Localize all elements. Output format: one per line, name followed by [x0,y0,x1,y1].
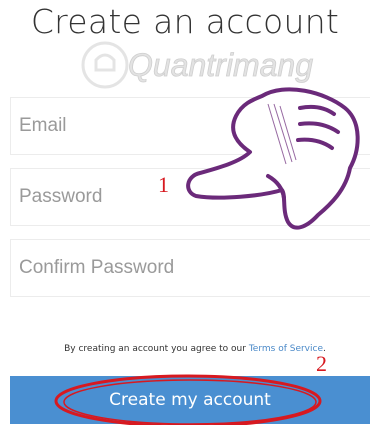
email-field[interactable] [10,97,370,155]
confirm-password-field[interactable] [10,239,370,297]
password-field[interactable] [10,168,370,226]
email-input[interactable] [11,98,370,154]
password-input[interactable] [11,169,370,225]
confirm-password-input[interactable] [11,240,370,296]
watermark-logo-icon [81,41,129,89]
annotation-marker-2: 2 [316,351,327,376]
watermark-text: Quantrimang [128,47,313,83]
terms-text: By creating an account you agree to our [64,344,246,354]
create-account-button[interactable]: Create my account [10,376,370,424]
page-title: Create an account [30,2,340,41]
annotation-marker-1: 1 [158,172,169,197]
terms-notice: By creating an account you agree to our … [0,344,370,354]
terms-of-service-link[interactable]: Terms of Service [249,344,323,354]
